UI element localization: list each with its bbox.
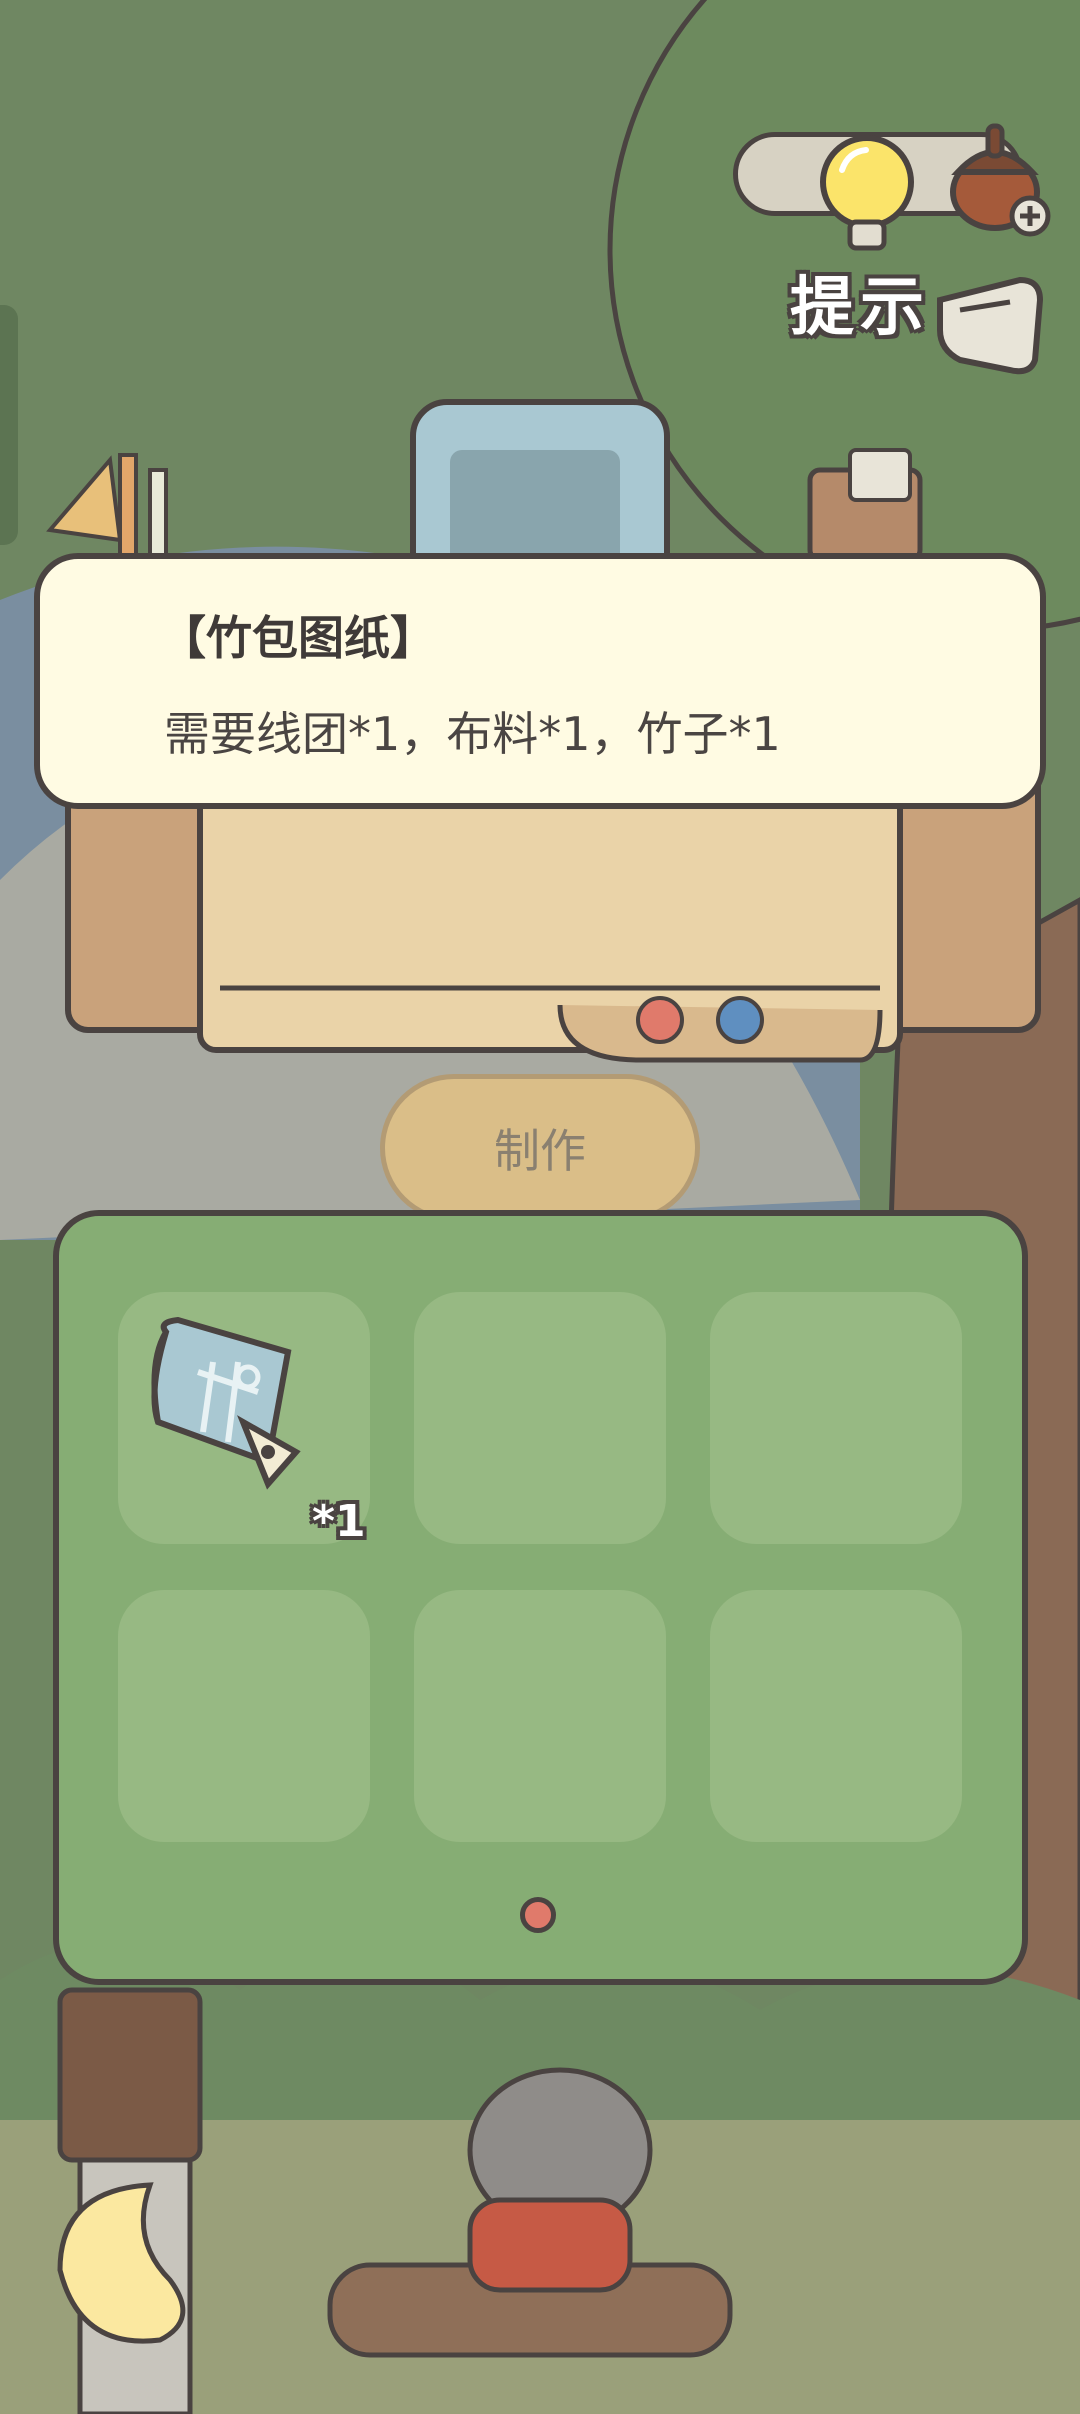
inventory-slot-4[interactable]	[118, 1590, 370, 1842]
acorn-plus-icon[interactable]	[940, 112, 1060, 242]
pointing-hand-icon	[937, 276, 1044, 375]
recipe-info-card	[34, 553, 1046, 809]
craft-button[interactable]: 制作	[380, 1074, 700, 1222]
page-indicator-dot[interactable]	[520, 1897, 556, 1933]
recipe-requirement: 需要线团*1，布料*1，竹子*1	[164, 707, 781, 761]
item-count-badge: *1	[312, 1496, 366, 1547]
lightbulb-icon[interactable]	[812, 130, 922, 260]
recipe-title: 【竹包图纸】	[160, 611, 436, 665]
inventory-slot-3[interactable]	[710, 1292, 962, 1544]
inventory-slot-2[interactable]	[414, 1292, 666, 1544]
hint-label[interactable]: 提示	[790, 256, 930, 348]
inventory-slot-6[interactable]	[710, 1590, 962, 1842]
inventory-slot-5[interactable]	[414, 1590, 666, 1842]
side-drawer-handle[interactable]	[0, 305, 18, 545]
